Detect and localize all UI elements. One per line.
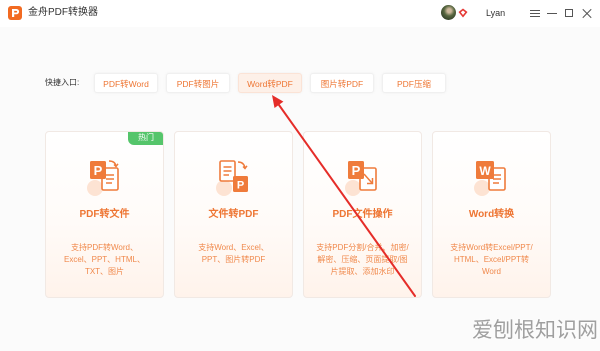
card-description-line: 支持Word、Excel、: [198, 243, 269, 252]
vip-badge-icon[interactable]: [458, 8, 468, 18]
card-description-line: 支持Word转Excel/PPT/: [450, 243, 533, 252]
card-description: 支持Word、Excel、 PPT、图片转PDF: [175, 242, 292, 266]
card-description-line: 支持PDF转Word、: [71, 243, 138, 252]
quick-entry-pdf-to-image[interactable]: PDF转图片: [166, 73, 230, 93]
app-logo-icon: [8, 6, 22, 20]
quick-entry-label: 快捷入口:: [45, 78, 80, 87]
card-description-line: Word: [482, 267, 501, 276]
card-pdf-to-file[interactable]: 热门 P PDF转文件 支持PDF转Word、 Excel、PPT、HTML、 …: [45, 131, 164, 298]
icon-letter: P: [94, 163, 103, 178]
card-title: PDF文件操作: [332, 209, 393, 220]
menu-icon[interactable]: [529, 7, 541, 19]
user-name[interactable]: Lyan: [486, 7, 505, 19]
app-title: 金舟PDF转换器: [28, 7, 98, 18]
card-description-line: 支持PDF分割/合并、加密/: [316, 243, 409, 252]
quick-entry-pdf-compress[interactable]: PDF压缩: [382, 73, 446, 93]
minimize-icon[interactable]: [546, 7, 558, 19]
user-avatar[interactable]: [441, 5, 456, 20]
card-description-line: Excel、PPT、HTML、: [64, 255, 145, 264]
card-description-line: PPT、图片转PDF: [201, 255, 266, 264]
title-bar: 金舟PDF转换器 Lyan: [0, 0, 600, 27]
card-description: 支持Word转Excel/PPT/ HTML、Excel/PPT转 Word: [433, 242, 550, 278]
card-description-line: 片提取、添加水印: [330, 267, 395, 276]
quick-entry-pdf-to-word[interactable]: PDF转Word: [94, 73, 158, 93]
hot-badge: 热门: [128, 132, 163, 145]
word-convert-icon: W: [474, 161, 506, 196]
card-description-line: TXT、图片: [84, 267, 125, 276]
icon-letter: P: [237, 180, 244, 192]
pdf-operations-icon: P: [345, 161, 377, 196]
card-pdf-operations[interactable]: P PDF文件操作 支持PDF分割/合并、加密/ 解密、压缩、页面提取/图 片提…: [303, 131, 422, 298]
card-description: 支持PDF分割/合并、加密/ 解密、压缩、页面提取/图 片提取、添加水印: [304, 242, 421, 278]
quick-entry-image-to-pdf[interactable]: 图片转PDF: [310, 73, 374, 93]
feature-cards: 热门 P PDF转文件 支持PDF转Word、 Excel、PPT、HTML、 …: [45, 131, 551, 298]
pdf-to-file-icon: P: [87, 160, 119, 196]
card-file-to-pdf[interactable]: P 文件转PDF 支持Word、Excel、 PPT、图片转PDF: [174, 131, 293, 298]
icon-letter: P: [352, 163, 361, 178]
icon-letter: W: [479, 164, 491, 178]
quick-entry-list: PDF转Word PDF转图片 Word转PDF 图片转PDF PDF压缩: [94, 73, 446, 93]
card-title: Word转换: [468, 209, 515, 220]
card-description: 支持PDF转Word、 Excel、PPT、HTML、 TXT、图片: [46, 242, 163, 278]
watermark: 爱刨根知识网: [472, 319, 598, 342]
arrow-head: [272, 95, 284, 108]
card-description-line: 解密、压缩、页面提取/图: [317, 255, 408, 264]
card-title: PDF转文件: [79, 209, 130, 220]
card-word-convert[interactable]: W Word转换 支持Word转Excel/PPT/ HTML、Excel/PP…: [432, 131, 551, 298]
file-to-pdf-icon: P: [216, 160, 248, 196]
close-icon[interactable]: [581, 7, 593, 19]
card-title: 文件转PDF: [208, 209, 259, 220]
app-window: 金舟PDF转换器 Lyan 快捷入口: PDF转Word PDF转图片 Word…: [0, 0, 600, 351]
card-description-line: HTML、Excel/PPT转: [453, 255, 530, 264]
maximize-icon[interactable]: [563, 7, 575, 19]
quick-entry-word-to-pdf[interactable]: Word转PDF: [238, 73, 302, 93]
